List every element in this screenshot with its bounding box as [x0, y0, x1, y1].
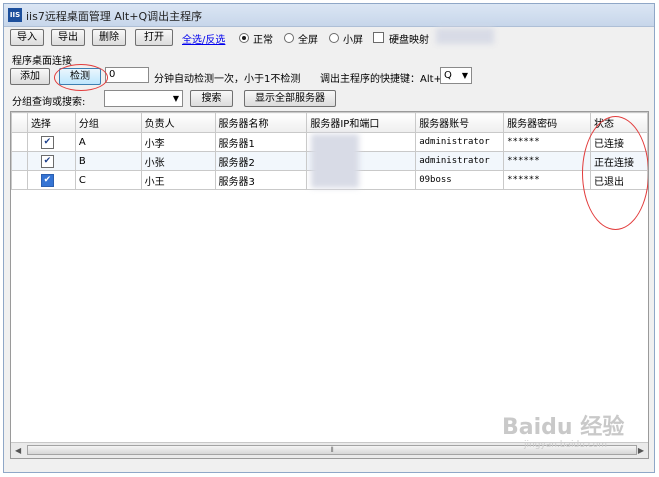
mode-small-radio[interactable]	[329, 33, 339, 43]
mode-full-label: 全屏	[298, 35, 318, 46]
search-button[interactable]: 搜索	[190, 90, 233, 107]
column-header[interactable]: 选择	[26, 112, 76, 133]
group-cell: B	[74, 151, 142, 171]
server-name-cell: 服务器1	[214, 132, 308, 152]
password-cell: ******	[503, 151, 591, 171]
column-header[interactable]: 服务器IP和端口	[306, 112, 417, 133]
delete-button[interactable]: 删除	[92, 29, 126, 46]
disk-map-checkbox[interactable]	[373, 32, 384, 43]
column-header[interactable]: 服务器名称	[214, 112, 308, 133]
hotkey-select[interactable]: Q ▼	[440, 67, 472, 84]
interval-text: 分钟自动检测一次，小于1不检测	[154, 74, 301, 85]
chevron-down-icon: ▼	[461, 71, 468, 80]
row-checkbox-cell[interactable]: ✔	[26, 170, 76, 190]
group-search-select[interactable]: ▼	[104, 90, 183, 107]
row-checkbox-cell[interactable]: ✔	[26, 151, 76, 171]
mode-full-radio[interactable]	[284, 33, 294, 43]
account-cell: administrator	[415, 151, 505, 171]
row-checkbox[interactable]: ✔	[40, 154, 54, 168]
column-header[interactable]: 状态	[589, 112, 648, 133]
row-checkbox[interactable]: ✔	[40, 135, 54, 149]
status-cell: 已退出	[589, 170, 648, 190]
group-cell: A	[74, 132, 142, 152]
row-header[interactable]	[11, 132, 28, 152]
column-header[interactable]: 分组	[74, 112, 142, 133]
account-cell: 09boss	[415, 170, 505, 190]
mode-normal-radio[interactable]	[239, 33, 249, 43]
column-header[interactable]: 服务器账号	[415, 112, 505, 133]
column-header[interactable]: 负责人	[140, 112, 216, 133]
show-all-button[interactable]: 显示全部服务器	[244, 90, 336, 107]
group-cell: C	[74, 170, 142, 190]
status-cell: 正在连接	[589, 151, 648, 171]
select-toggle-link[interactable]: 全选/反选	[182, 31, 225, 46]
row-header[interactable]	[11, 151, 28, 171]
row-header-corner	[11, 112, 28, 133]
mode-small-label: 小屏	[343, 35, 363, 46]
mode-normal-label: 正常	[253, 35, 273, 46]
app-icon: IIS	[8, 8, 22, 22]
server-name-cell: 服务器2	[214, 151, 308, 171]
table-header-row: 选择 分组 负责人 服务器名称 服务器IP和端口 服务器账号 服务器密码 状态	[11, 112, 648, 133]
scroll-right-icon[interactable]: ▶	[638, 446, 644, 455]
row-header[interactable]	[11, 170, 28, 190]
export-button[interactable]: 导出	[51, 29, 85, 46]
owner-cell: 小王	[140, 170, 216, 190]
app-window: IIS iis7远程桌面管理 Alt+Q调出主程序 导入 导出 删除 打开 全选…	[3, 3, 655, 473]
status-cell: 已连接	[589, 132, 648, 152]
account-cell: administrator	[415, 132, 505, 152]
hotkey-value: Q	[444, 70, 452, 81]
import-button[interactable]: 导入	[10, 29, 44, 46]
redacted-ip-area	[311, 134, 359, 188]
row-checkbox-cell[interactable]: ✔	[26, 132, 76, 152]
column-header[interactable]: 服务器密码	[503, 112, 591, 133]
row-checkbox[interactable]: ✔	[40, 173, 54, 187]
owner-cell: 小李	[140, 132, 216, 152]
interval-input[interactable]: 0	[105, 67, 149, 83]
password-cell: ******	[503, 170, 591, 190]
connection-group-label: 程序桌面连接	[12, 56, 72, 67]
hotkey-label: 调出主程序的快捷键：Alt+	[320, 74, 442, 85]
open-button[interactable]: 打开	[135, 29, 173, 46]
add-button[interactable]: 添加	[10, 68, 50, 85]
check-button[interactable]: 检测	[59, 68, 101, 85]
window-title: iis7远程桌面管理 Alt+Q调出主程序	[26, 10, 203, 23]
watermark-url: jingyan.baidu.com	[524, 440, 608, 450]
title-bar: IIS iis7远程桌面管理 Alt+Q调出主程序	[4, 4, 654, 27]
search-label: 分组查询或搜索:	[12, 97, 86, 108]
disk-map-label: 硬盘映射	[389, 35, 429, 46]
owner-cell: 小张	[140, 151, 216, 171]
watermark-logo: Baidu 经验	[502, 415, 625, 440]
server-table: 选择 分组 负责人 服务器名称 服务器IP和端口 服务器账号 服务器密码 状态 …	[10, 111, 649, 459]
redacted-area	[436, 28, 494, 44]
chevron-down-icon: ▼	[172, 94, 179, 103]
server-name-cell: 服务器3	[214, 170, 308, 190]
password-cell: ******	[503, 132, 591, 152]
scroll-left-icon[interactable]: ◀	[15, 446, 21, 455]
